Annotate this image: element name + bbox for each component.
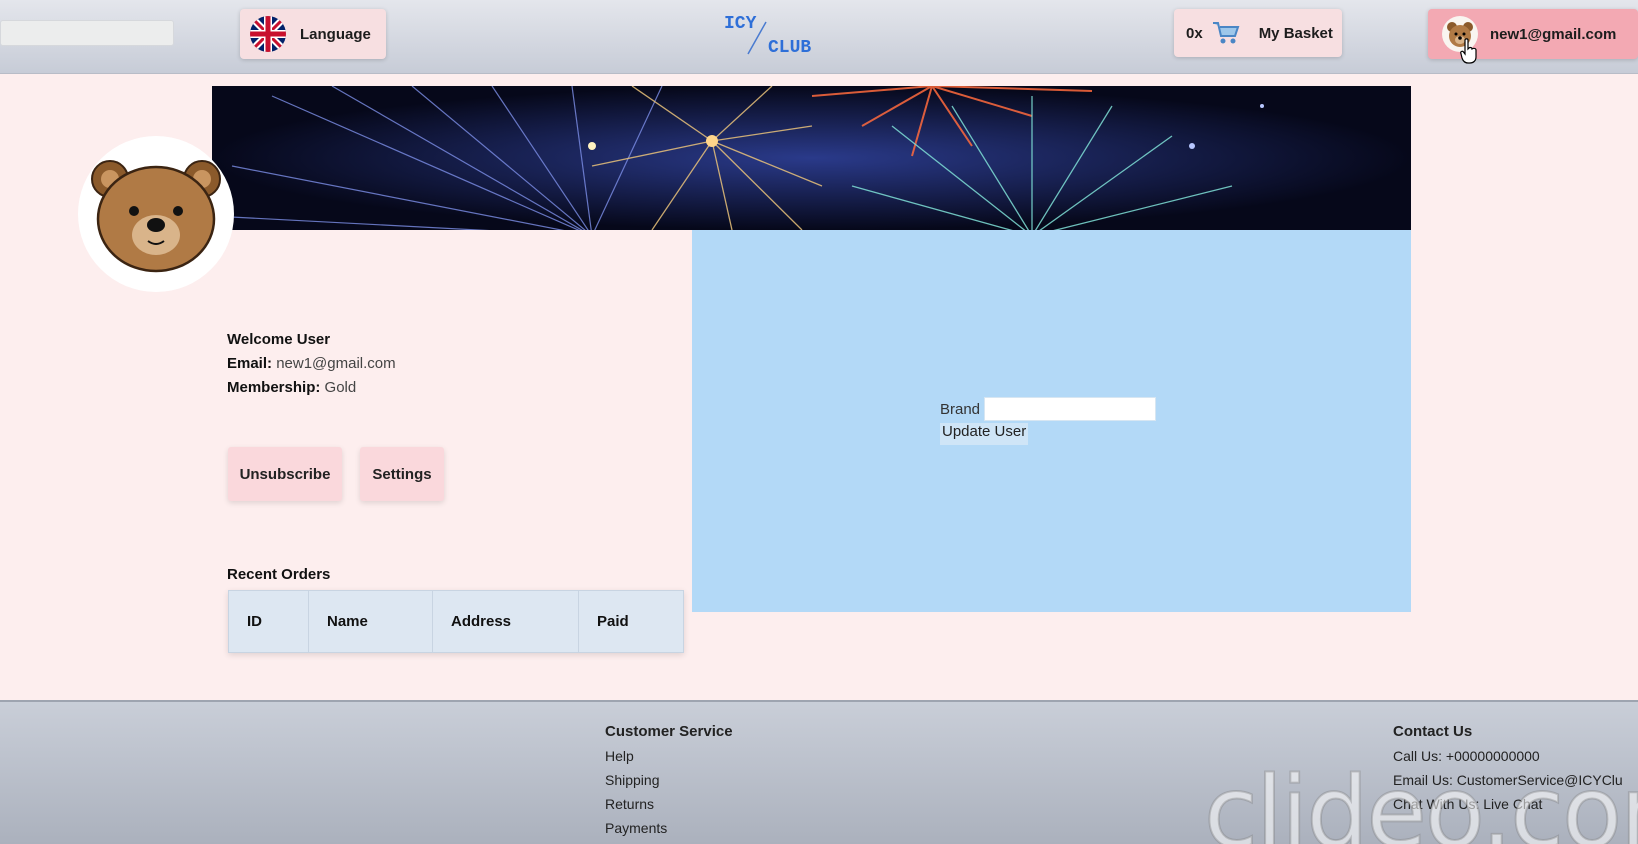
- column-header-name: Name: [308, 590, 433, 653]
- membership-value: Gold: [324, 379, 357, 396]
- customer-service-title: Customer Service: [605, 723, 733, 740]
- membership-label: Membership:: [227, 379, 321, 396]
- logo-bottom-text: CLUB: [768, 38, 811, 58]
- user-info: Welcome User Email: new1@gmail.com Membe…: [227, 328, 396, 400]
- brand-row: Brand: [940, 397, 1157, 421]
- email-value: new1@gmail.com: [276, 355, 396, 372]
- profile-avatar: [78, 136, 234, 292]
- email-row: Email: new1@gmail.com: [227, 352, 396, 376]
- settings-button[interactable]: Settings: [360, 447, 444, 501]
- fireworks-banner: [212, 86, 1411, 230]
- cart-icon: [1211, 20, 1241, 46]
- customer-service-section: Customer Service Help Shipping Returns P…: [605, 720, 733, 840]
- footer-link-help[interactable]: Help: [605, 744, 733, 768]
- footer-link-returns[interactable]: Returns: [605, 792, 733, 816]
- update-user-button[interactable]: Update User: [940, 423, 1029, 445]
- welcome-heading: Welcome User: [227, 331, 331, 348]
- column-header-address: Address: [432, 590, 579, 653]
- footer-link-payments[interactable]: Payments: [605, 816, 733, 840]
- bear-avatar-icon: [88, 149, 224, 280]
- brand-input[interactable]: [984, 397, 1157, 421]
- site-logo[interactable]: ICY CLUB: [720, 8, 824, 60]
- footer-link-shipping[interactable]: Shipping: [605, 768, 733, 792]
- recent-orders-table: ID Name Address Paid: [228, 590, 684, 653]
- table-header-row: ID Name Address Paid: [228, 590, 684, 653]
- search-input[interactable]: [0, 20, 174, 46]
- language-button[interactable]: Language: [240, 9, 386, 59]
- basket-label: My Basket: [1258, 24, 1333, 42]
- unsubscribe-button[interactable]: Unsubscribe: [228, 447, 342, 501]
- top-navbar: Language ICY CLUB 0x My Basket new1@gmai…: [0, 0, 1638, 74]
- membership-row: Membership: Gold: [227, 376, 396, 400]
- uk-flag-icon: [250, 16, 286, 52]
- edit-user-panel: [692, 230, 1411, 612]
- basket-button[interactable]: 0x My Basket: [1174, 9, 1342, 57]
- column-header-paid: Paid: [578, 590, 684, 653]
- cursor-hand-icon: [1460, 38, 1478, 64]
- video-watermark: clideo.com: [1203, 755, 1638, 844]
- recent-orders-title: Recent Orders: [227, 566, 331, 583]
- user-email-label: new1@gmail.com: [1490, 25, 1617, 43]
- basket-count: 0x: [1186, 24, 1203, 42]
- brand-label: Brand: [940, 400, 981, 418]
- contact-title: Contact Us: [1393, 723, 1473, 740]
- logo-top-text: ICY: [724, 14, 757, 34]
- column-header-id: ID: [228, 590, 309, 653]
- email-label: Email:: [227, 355, 273, 372]
- language-label: Language: [300, 25, 371, 43]
